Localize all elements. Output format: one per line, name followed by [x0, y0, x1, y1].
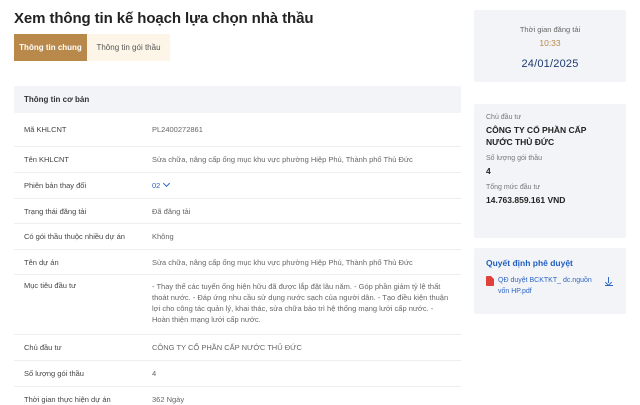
row-label: Tên KHLCNT: [24, 155, 70, 164]
investor-label: Chủ đầu tư: [486, 114, 522, 121]
post-date: 24/01/2025: [521, 58, 579, 70]
version-select[interactable]: 02: [152, 179, 461, 191]
total-investment-label: Tổng mức đầu tư: [486, 184, 541, 191]
row-value: Không: [152, 232, 174, 241]
table-row: Tên dự án Sửa chữa, nâng cấp ống mục khu…: [14, 250, 461, 275]
row-value: Đã đăng tải: [152, 206, 191, 216]
investor-value: CÔNG TY CỔ PHẦN CẤP NƯỚC THỦ ĐỨC: [486, 125, 587, 147]
investor-card: Chủ đầu tư CÔNG TY CỔ PHẦN CẤP NƯỚC THỦ …: [474, 104, 626, 238]
row-label: Mục tiêu đầu tư: [24, 281, 77, 290]
table-row: Chủ đầu tư CÔNG TY CỔ PHẦN CẤP NƯỚC THỦ …: [14, 335, 461, 361]
row-label: Tên dự án: [24, 257, 59, 267]
table-row: Thời gian thực hiện dự án 362 Ngày: [14, 387, 461, 405]
section-header: Thông tin cơ bản: [14, 86, 461, 113]
tab-bar: Thông tin chung Thông tin gói thầu: [14, 34, 170, 61]
download-icon[interactable]: [603, 276, 614, 288]
row-label: Trạng thái đăng tải: [24, 206, 87, 216]
post-date-card: Thời gian đăng tải 10:33 24/01/2025: [474, 10, 626, 82]
post-date-label: Thời gian đăng tải: [519, 25, 581, 34]
table-row: Phiên bản thay đổi 02: [14, 173, 461, 199]
decision-title: Quyết định phê duyệt: [486, 258, 573, 268]
row-value: - Thay thế các tuyến ống hiện hữu đã đượ…: [152, 282, 449, 324]
row-value: 4: [152, 369, 157, 378]
row-label: Chủ đầu tư: [24, 343, 62, 352]
row-label: Phiên bản thay đổi: [24, 181, 87, 190]
row-label: Thời gian thực hiện dự án: [24, 395, 111, 404]
tab-general-info[interactable]: Thông tin chung: [14, 34, 87, 61]
table-row: Mã KHLCNT PL2400272861: [14, 113, 461, 147]
table-row: Có gói thầu thuộc nhiều dự án Không: [14, 224, 461, 250]
packages-label: Số lượng gói thầu: [486, 155, 542, 162]
total-investment-value: 14.763.859.161 VND: [486, 195, 566, 205]
table-row: Tên KHLCNT Sửa chữa, nâng cấp ống mục kh…: [14, 147, 461, 173]
row-label: Mã KHLCNT: [24, 125, 67, 134]
pdf-file-icon: [486, 276, 494, 286]
tab-package-info[interactable]: Thông tin gói thầu: [87, 34, 170, 61]
row-value: 362 Ngày: [152, 395, 185, 404]
basic-info-panel: Thông tin cơ bản Mã KHLCNT PL2400272861 …: [14, 86, 461, 405]
version-value: 02: [152, 181, 161, 190]
table-row: Số lượng gói thầu 4: [14, 361, 461, 387]
decision-file: QĐ duyệt BCKTKT_ dc.nguồn vốn HP.pdf: [486, 275, 614, 297]
decision-file-link[interactable]: QĐ duyệt BCKTKT_ dc.nguồn vốn HP.pdf: [498, 275, 597, 297]
table-row: Mục tiêu đầu tư - Thay thế các tuyến ống…: [14, 275, 461, 335]
row-value: Sửa chữa, nâng cấp ống mục khu vực phườn…: [152, 257, 413, 267]
chevron-down-icon: [163, 179, 171, 188]
page-title: Xem thông tin kế hoạch lựa chọn nhà thầu: [14, 10, 314, 27]
row-label: Có gói thầu thuộc nhiều dự án: [24, 232, 125, 241]
row-value: CÔNG TY CỔ PHẦN CẤP NƯỚC THỦ ĐỨC: [152, 343, 302, 352]
table-row: Trạng thái đăng tải Đã đăng tải: [14, 199, 461, 224]
row-label: Số lượng gói thầu: [24, 369, 84, 378]
decision-card: Quyết định phê duyệt QĐ duyệt BCKTKT_ dc…: [474, 248, 626, 314]
row-value: Sửa chữa, nâng cấp ống mục khu vực phườn…: [152, 155, 413, 164]
packages-value: 4: [486, 166, 491, 176]
post-time: 10:33: [539, 38, 561, 48]
row-value: PL2400272861: [152, 125, 203, 134]
